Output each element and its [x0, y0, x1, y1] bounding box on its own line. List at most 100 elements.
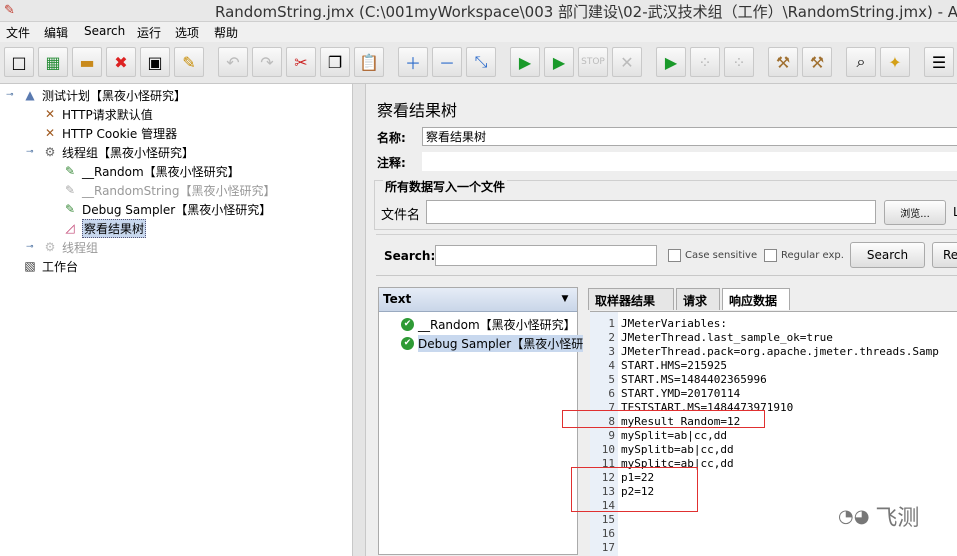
- config-icon: ✕: [44, 107, 56, 121]
- search-input[interactable]: [435, 245, 657, 266]
- line-number: 3: [608, 345, 615, 358]
- remote-stop-icon[interactable]: ⁘: [690, 47, 720, 77]
- title-bar: ✎ RandomString.jmx (C:\001myWorkspace\00…: [0, 0, 957, 22]
- collapse-icon[interactable]: －: [432, 47, 462, 77]
- log-label-fragment: L: [953, 205, 957, 219]
- search-icon[interactable]: ⌕: [846, 47, 876, 77]
- line-number: 9: [608, 429, 615, 442]
- config-icon: ✕: [44, 126, 56, 140]
- chevron-down-icon[interactable]: ▼: [557, 290, 573, 308]
- write-to-file-title: 所有数据写入一个文件: [383, 178, 508, 195]
- start-icon[interactable]: ▶: [510, 47, 540, 77]
- test-plan-icon: ▲: [25, 88, 35, 102]
- highlight-box-p1-p2: [571, 467, 698, 512]
- clear-icon[interactable]: ⚒: [768, 47, 798, 77]
- redo-icon[interactable]: ↷: [252, 47, 282, 77]
- sample-item-debug-sampler[interactable]: ✔ Debug Sampler【黑夜小怪研: [401, 334, 584, 352]
- remote-shutdown-icon[interactable]: ⁘: [724, 47, 754, 77]
- templates-icon[interactable]: ▦: [38, 47, 68, 77]
- function-helper-icon[interactable]: ☰: [924, 47, 954, 77]
- tree-collapse-toggle[interactable]: ⊸: [26, 147, 34, 157]
- name-label: 名称:: [377, 131, 406, 145]
- tree-item-debug-sampler[interactable]: ✎ Debug Sampler【黑夜小怪研究】: [62, 200, 271, 218]
- new-icon[interactable]: □: [4, 47, 34, 77]
- success-shield-icon: ✔: [401, 336, 414, 350]
- line-number: 10: [601, 443, 615, 456]
- search-button[interactable]: Search: [850, 242, 925, 268]
- save-as-icon[interactable]: ✎: [174, 47, 204, 77]
- tab-request[interactable]: 请求: [676, 288, 720, 310]
- line-number: 15: [601, 513, 615, 526]
- clear-all-icon[interactable]: ⚒: [802, 47, 832, 77]
- tree-item-random[interactable]: ✎ __Random【黑夜小怪研究】: [62, 162, 240, 180]
- pane-splitter[interactable]: [352, 84, 366, 556]
- start-no-pause-icon[interactable]: ▶: [544, 47, 574, 77]
- sample-result-list: Text ▼ ✔ __Random【黑夜小怪研究】 ✔ Debug Sample…: [378, 287, 584, 555]
- line-number: 6: [608, 387, 615, 400]
- line-number: 16: [601, 527, 615, 540]
- tree-item-workbench[interactable]: ▧ 工作台: [22, 257, 78, 275]
- panel-title: 察看结果树: [377, 101, 458, 120]
- name-field[interactable]: [422, 127, 957, 146]
- reset-button[interactable]: Re: [932, 242, 957, 268]
- code-line: START.MS=1484402365996: [621, 373, 767, 386]
- search-label: Search:: [384, 249, 436, 263]
- menu-file[interactable]: 文件: [6, 24, 30, 41]
- tree-item-randomstring[interactable]: ✎ __RandomString【黑夜小怪研究】: [62, 181, 276, 199]
- tree-item-test-plan[interactable]: ▲ 测试计划【黑夜小怪研究】: [22, 86, 186, 104]
- stop-icon[interactable]: STOP: [578, 47, 608, 77]
- thread-group-icon: ⚙: [44, 240, 56, 254]
- expand-icon[interactable]: ＋: [398, 47, 428, 77]
- code-line: START.YMD=20170114: [621, 387, 741, 400]
- menu-run[interactable]: 运行: [137, 24, 161, 41]
- filename-field[interactable]: [426, 200, 876, 224]
- close-icon[interactable]: ✖: [106, 47, 136, 77]
- test-plan-tree: ⊸ ▲ 测试计划【黑夜小怪研究】 ✕ HTTP请求默认值 ✕ HTTP Cook…: [0, 84, 364, 556]
- highlight-box-myresult: [562, 410, 765, 428]
- menu-options[interactable]: 选项: [175, 24, 199, 41]
- save-icon[interactable]: ▣: [140, 47, 170, 77]
- paste-icon[interactable]: 📋: [354, 47, 384, 77]
- case-sensitive-checkbox[interactable]: [668, 249, 681, 262]
- shutdown-icon[interactable]: ✕: [612, 47, 642, 77]
- code-line: JMeterThread.pack=org.apache.jmeter.thre…: [621, 345, 939, 358]
- line-number: 17: [601, 541, 615, 554]
- menu-help[interactable]: 帮助: [214, 24, 238, 41]
- regular-exp-checkbox[interactable]: [764, 249, 777, 262]
- remote-start-icon[interactable]: ▶: [656, 47, 686, 77]
- tree-item-http-defaults[interactable]: ✕ HTTP请求默认值: [42, 105, 153, 123]
- tree-collapse-toggle[interactable]: ⊸: [6, 90, 14, 100]
- filename-label: 文件名: [381, 208, 421, 223]
- tab-sampler-result[interactable]: 取样器结果: [588, 288, 674, 310]
- tree-item-cookie-manager[interactable]: ✕ HTTP Cookie 管理器: [42, 124, 177, 142]
- toolbar: □ ▦ ▬ ✖ ▣ ✎ ↶ ↷ ✂ ❐ 📋 ＋ － ⤡ ▶ ▶ STOP ✕ ▶…: [0, 42, 957, 84]
- tree-item-thread-group[interactable]: ⚙ 线程组【黑夜小怪研究】: [42, 143, 194, 161]
- line-number: 5: [608, 373, 615, 386]
- sample-item-random[interactable]: ✔ __Random【黑夜小怪研究】: [401, 315, 576, 333]
- reset-search-icon[interactable]: ✦: [880, 47, 910, 77]
- code-line: START.HMS=215925: [621, 359, 727, 372]
- watermark-text: 飞测: [875, 506, 920, 531]
- tree-item-thread-group-2[interactable]: ⚙ 线程组: [42, 238, 98, 256]
- line-number-gutter: 1 2 3 4 5 6 7 8 9 10 11 12 13 14 15 16 1…: [590, 312, 618, 556]
- thread-group-icon: ⚙: [44, 145, 56, 159]
- sampler-icon: ✎: [64, 202, 76, 216]
- regular-exp-label: Regular exp.: [781, 250, 844, 261]
- menu-edit[interactable]: 编辑: [44, 24, 68, 41]
- open-icon[interactable]: ▬: [72, 47, 102, 77]
- browse-button[interactable]: 浏览...: [884, 200, 946, 225]
- tab-response-data[interactable]: 响应数据: [722, 288, 790, 310]
- code-line: mySplitb=ab|cc,dd: [621, 443, 734, 456]
- menu-search[interactable]: Search: [84, 24, 125, 38]
- tree-expand-toggle[interactable]: ⊸: [26, 242, 34, 252]
- comment-label: 注释:: [377, 156, 406, 170]
- copy-icon[interactable]: ❐: [320, 47, 350, 77]
- tree-item-view-results-tree[interactable]: ◿ 察看结果树: [62, 218, 147, 238]
- renderer-select[interactable]: Text ▼: [379, 288, 577, 312]
- wechat-icon: ◔◕: [838, 505, 870, 527]
- toggle-icon[interactable]: ⤡: [466, 47, 496, 77]
- cut-icon[interactable]: ✂: [286, 47, 316, 77]
- undo-icon[interactable]: ↶: [218, 47, 248, 77]
- comment-field[interactable]: [422, 152, 957, 171]
- line-number: 4: [608, 359, 615, 372]
